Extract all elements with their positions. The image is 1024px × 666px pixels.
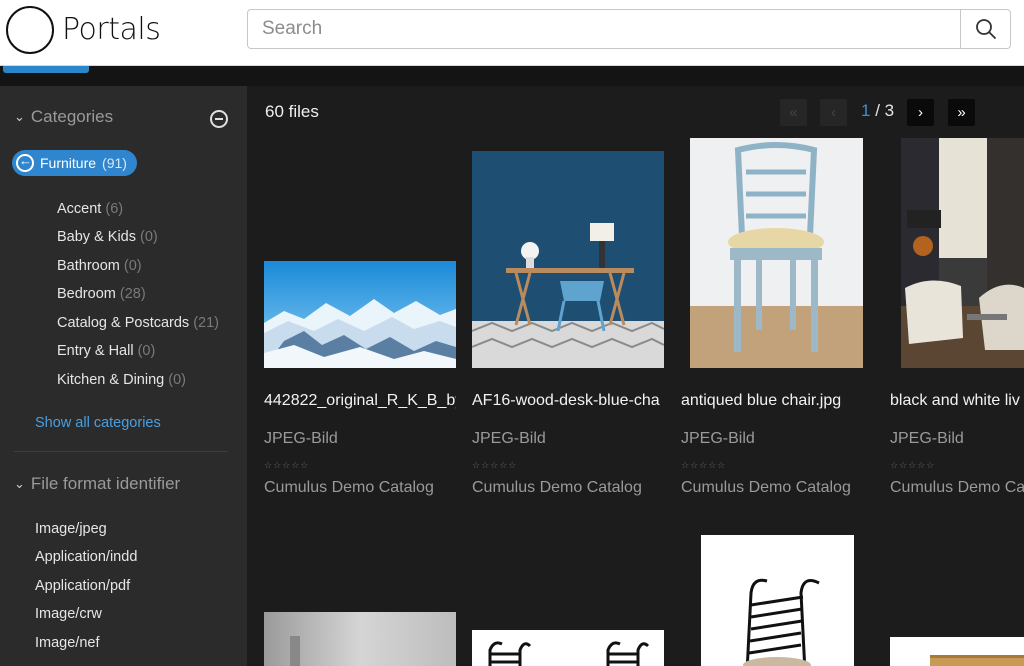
rating-stars[interactable]: ☆☆☆☆☆: [890, 460, 935, 471]
file-catalog: Cumulus Demo Catalog: [264, 479, 434, 496]
logo-text[interactable]: Portals: [62, 12, 161, 47]
subcategory-label: Bathroom: [57, 258, 120, 274]
page-indicator: 1 / 3: [861, 101, 894, 121]
next-page-button[interactable]: ›: [907, 99, 934, 126]
active-category-label: Furniture: [40, 155, 97, 171]
subcategory-bedroom[interactable]: Bedroom (28): [57, 286, 146, 302]
thumbnail-gray-room[interactable]: [264, 612, 456, 666]
total-pages: / 3: [870, 101, 895, 120]
format-item-application-indd[interactable]: Application/indd: [35, 549, 137, 565]
categories-title: Categories: [30, 107, 114, 126]
rating-stars[interactable]: ☆☆☆☆☆: [472, 460, 517, 471]
subcategory-label: Entry & Hall: [57, 343, 134, 359]
file-name[interactable]: antiqued blue chair.jpg: [681, 392, 873, 410]
subcategory-count: (28): [119, 286, 146, 302]
subcategory-label: Baby & Kids: [57, 229, 136, 245]
back-arrow-icon[interactable]: [16, 153, 34, 172]
sidebar-divider: [14, 451, 228, 452]
thumbnail-ladder-chair[interactable]: [701, 535, 854, 666]
search-icon: [975, 19, 996, 39]
file-type: JPEG-Bild: [890, 430, 964, 447]
thumbnail-blue-chair[interactable]: [690, 138, 863, 368]
search-input[interactable]: [248, 10, 961, 48]
search-bar: [247, 9, 1011, 49]
subcategory-count: (0): [123, 258, 142, 274]
sidebar: ⌄ Categories Furniture (91) Accent (6) B…: [0, 86, 247, 666]
subcategory-entry-hall[interactable]: Entry & Hall (0): [57, 343, 155, 359]
next-page-icon: ›: [918, 104, 923, 121]
show-all-categories-link[interactable]: Show all categories: [35, 415, 161, 431]
rating-stars[interactable]: ☆☆☆☆☆: [264, 460, 309, 471]
rating-stars[interactable]: ☆☆☆☆☆: [681, 460, 726, 471]
last-page-button[interactable]: »: [948, 99, 975, 126]
file-catalog: Cumulus Demo Catalog: [472, 479, 642, 496]
file-catalog: Cumulus Demo Ca: [890, 479, 1024, 496]
categories-header[interactable]: ⌄ Categories: [14, 107, 113, 127]
subcategory-count: (21): [193, 315, 220, 331]
search-button[interactable]: [960, 10, 1010, 48]
thumbnail-wood-dresser[interactable]: [890, 637, 1024, 666]
file-type: JPEG-Bild: [264, 430, 338, 447]
subcategory-count: (0): [168, 372, 186, 388]
collapse-icon[interactable]: [210, 110, 228, 128]
file-name[interactable]: black and white liv: [890, 392, 1024, 410]
subcategory-accent[interactable]: Accent (6): [57, 201, 123, 217]
format-item-application-pdf[interactable]: Application/pdf: [35, 578, 130, 594]
prev-page-button[interactable]: ‹: [820, 99, 847, 126]
subcategory-kitchen-dining[interactable]: Kitchen & Dining (0): [57, 372, 186, 388]
blue-tab[interactable]: [3, 66, 89, 73]
subcategory-label: Accent: [57, 201, 102, 217]
subcategory-baby-kids[interactable]: Baby & Kids (0): [57, 229, 158, 245]
file-name[interactable]: AF16-wood-desk-blue-cha: [472, 392, 664, 410]
file-name[interactable]: 442822_original_R_K_B_by: [264, 392, 456, 410]
subcategory-label: Kitchen & Dining: [57, 372, 165, 388]
subcategory-label: Catalog & Postcards: [57, 315, 190, 331]
file-grid-area: 60 files « ‹ 1 / 3 › » 442822_original_R…: [247, 86, 1024, 666]
subcategory-count: (0): [137, 343, 156, 359]
prev-page-icon: ‹: [831, 104, 836, 121]
logo-icon[interactable]: [6, 6, 54, 54]
format-item-image-nef[interactable]: Image/nef: [35, 635, 100, 651]
thumbnail-black-chairs[interactable]: [472, 630, 664, 666]
last-page-icon: »: [957, 104, 966, 121]
subcategory-count: (0): [140, 229, 158, 245]
subcategory-bathroom[interactable]: Bathroom (0): [57, 258, 142, 274]
subcategory-count: (6): [105, 201, 124, 217]
subcategory-catalog-postcards[interactable]: Catalog & Postcards (21): [57, 315, 219, 331]
file-type: JPEG-Bild: [681, 430, 755, 447]
first-page-button[interactable]: «: [780, 99, 807, 126]
first-page-icon: «: [789, 104, 798, 121]
format-item-image-jpeg[interactable]: Image/jpeg: [35, 521, 107, 537]
toolbar-strip: [0, 66, 1024, 86]
thumbnail-living-room[interactable]: [901, 138, 1024, 368]
format-item-image-crw[interactable]: Image/crw: [35, 606, 102, 622]
active-category-furniture[interactable]: Furniture (91): [12, 150, 137, 176]
app-header: Portals: [0, 0, 1024, 66]
subcategory-label: Bedroom: [57, 286, 116, 302]
active-category-count: (91): [102, 155, 127, 171]
chevron-down-icon: ⌄: [14, 109, 25, 124]
file-format-title: File format identifier: [30, 474, 181, 493]
file-type: JPEG-Bild: [472, 430, 546, 447]
thumbnail-wood-desk[interactable]: [472, 151, 664, 368]
file-format-header[interactable]: ⌄ File format identifier: [14, 474, 180, 494]
file-count: 60 files: [265, 102, 319, 121]
file-catalog: Cumulus Demo Catalog: [681, 479, 851, 496]
chevron-down-icon: ⌄: [14, 476, 25, 491]
thumbnail-mountains[interactable]: [264, 261, 456, 368]
